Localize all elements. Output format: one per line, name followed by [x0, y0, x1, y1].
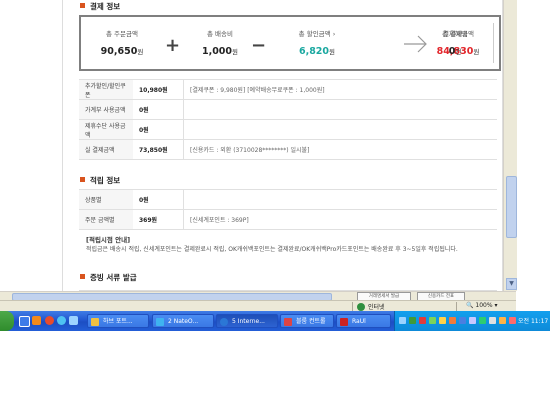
- tray-update-icon[interactable]: [439, 317, 446, 324]
- table-row: 가계부 사용금액 0원: [79, 99, 497, 120]
- shipping-total: 총 배송비 1,000원: [181, 17, 259, 69]
- payment-detail-table: 추가할인/할인쿠폰 10,980원 [결제쿠폰 : 9,980원] [예약배송무…: [79, 79, 497, 160]
- zoom-level[interactable]: 🔍 100% ▾: [466, 302, 497, 309]
- app-icon: [284, 318, 292, 326]
- task-internet-explorer[interactable]: 5 Interne...: [216, 314, 278, 328]
- task-nateon[interactable]: 2 NateO...: [152, 314, 214, 328]
- ie-icon: [220, 318, 228, 326]
- globe-icon: [357, 302, 365, 311]
- discount-total-label[interactable]: 총 할인금액 ›: [267, 28, 367, 38]
- tray-app-icon[interactable]: [459, 317, 466, 324]
- tray-volume-icon[interactable]: [489, 317, 496, 324]
- benefit-count[interactable]: 결제혜택 0건: [413, 17, 497, 69]
- scrollbar-thumb[interactable]: [506, 176, 517, 238]
- docs-section-title: 증빙 서류 발급: [80, 272, 137, 283]
- section-bullet-icon: [80, 177, 85, 182]
- order-total-label: 총 주문금액: [106, 30, 138, 38]
- nateon-icon: [156, 318, 164, 326]
- points-notice-text: 적립금은 배송시 적립, 신세계포인트는 결제완료시 적립, OK캐쉬백포인트는…: [86, 246, 458, 253]
- table-row: 추가할인/할인쿠폰 10,980원 [결제쿠폰 : 9,980원] [예약배송무…: [79, 79, 497, 100]
- order-total: 총 주문금액 90,650원: [81, 17, 163, 69]
- task-control[interactable]: 블룸 컨트롤: [280, 314, 334, 328]
- browser-page: 결제 정보 총 주문금액 90,650원 + 총 배송비 1,000원 − 총 …: [0, 0, 503, 291]
- tray-alert-icon[interactable]: [419, 317, 426, 324]
- start-button[interactable]: [0, 311, 14, 331]
- points-notice-title: [적립시점 안내]: [86, 236, 131, 244]
- security-zone: 인터넷: [352, 302, 457, 311]
- tray-app-icon[interactable]: [479, 317, 486, 324]
- payment-section-title: 결제 정보: [80, 1, 120, 12]
- minus-icon: −: [251, 35, 267, 56]
- zoom-icon: 🔍: [466, 302, 474, 309]
- taskbar: 하브 포트... 2 NateO... 5 Interne... 블룸 컨트롤 …: [0, 311, 550, 331]
- tray-app-icon[interactable]: [469, 317, 476, 324]
- task-folder[interactable]: 하브 포트...: [87, 314, 149, 328]
- table-row: 제휴수단 사용금액 0원: [79, 119, 497, 140]
- order-total-value: 90,650원: [100, 46, 144, 57]
- tray-shield-icon[interactable]: [409, 317, 416, 324]
- outlook-icon[interactable]: [69, 316, 78, 325]
- table-row: 실 결제금액 73,850원 [신용카드 : 외환 (3710028******…: [79, 139, 497, 160]
- shipping-total-value: 1,000원: [201, 46, 239, 57]
- shipping-total-label: 총 배송비: [207, 30, 233, 38]
- benefit-count-value: 0건: [448, 46, 462, 57]
- vertical-scrollbar[interactable]: ▼: [503, 0, 517, 291]
- ie-icon[interactable]: [57, 316, 66, 325]
- content-left-border: [62, 0, 63, 291]
- folder-icon: [91, 318, 99, 326]
- tray-app-icon[interactable]: [499, 317, 506, 324]
- section-bullet-icon: [80, 274, 85, 279]
- table-row: 상품별 0원: [79, 189, 497, 210]
- tray-app-icon[interactable]: [449, 317, 456, 324]
- plus-icon: +: [165, 35, 181, 56]
- system-tray: 오전 11:17: [394, 311, 550, 331]
- tray-network-icon[interactable]: [399, 317, 406, 324]
- discount-total[interactable]: 총 할인금액 › 6,820원: [267, 17, 367, 69]
- media-icon[interactable]: [45, 316, 54, 325]
- table-row: 주문 금액별 369원 [신세계포인트 : 369P]: [79, 209, 497, 230]
- raul-icon: [340, 318, 348, 326]
- discount-total-value: 6,820원: [298, 46, 336, 57]
- points-table: 상품별 0원 주문 금액별 369원 [신세계포인트 : 369P]: [79, 189, 497, 230]
- firefox-icon[interactable]: [32, 316, 41, 325]
- tray-messenger-icon[interactable]: [429, 317, 436, 324]
- tray-app-icon[interactable]: [509, 317, 516, 324]
- clock[interactable]: 오전 11:17: [518, 316, 548, 325]
- section-bullet-icon: [80, 3, 85, 8]
- points-section-title: 적립 정보: [80, 175, 120, 186]
- benefit-count-label: 결제혜택: [443, 30, 467, 38]
- desktop-icon[interactable]: [19, 316, 30, 327]
- scroll-down-icon[interactable]: ▼: [506, 278, 517, 290]
- task-raul[interactable]: RaUl: [336, 314, 391, 328]
